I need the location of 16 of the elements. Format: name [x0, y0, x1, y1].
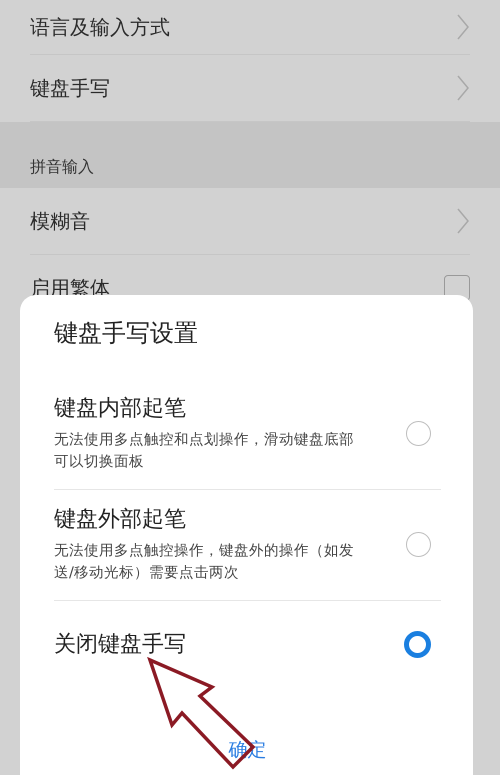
chevron-right-icon — [456, 13, 470, 41]
setting-label[interactable]: 键盘手写 — [30, 74, 110, 102]
section-title: 拼音输入 — [30, 157, 94, 178]
chevron-right-icon — [456, 207, 470, 235]
option-description: 无法使用多点触控和点划操作，滑动键盘底部可以切换面板 — [54, 430, 355, 472]
radio-button[interactable] — [406, 532, 431, 556]
radio-button[interactable] — [404, 630, 431, 658]
dialog-title: 键盘手写设置 — [54, 319, 198, 347]
radio-button[interactable] — [406, 420, 431, 446]
setting-label[interactable]: 模糊音 — [30, 208, 90, 234]
option-title[interactable]: 关闭键盘手写 — [54, 629, 359, 659]
option-description: 无法使用多点触控操作，键盘外的操作（如发送/移动光标）需要点击两次 — [54, 542, 355, 583]
option-title[interactable]: 键盘外部起笔 — [54, 504, 359, 534]
setting-label[interactable]: 语言及输入方式 — [30, 14, 170, 40]
chevron-right-icon — [456, 74, 470, 102]
option-title[interactable]: 键盘内部起笔 — [54, 393, 359, 423]
